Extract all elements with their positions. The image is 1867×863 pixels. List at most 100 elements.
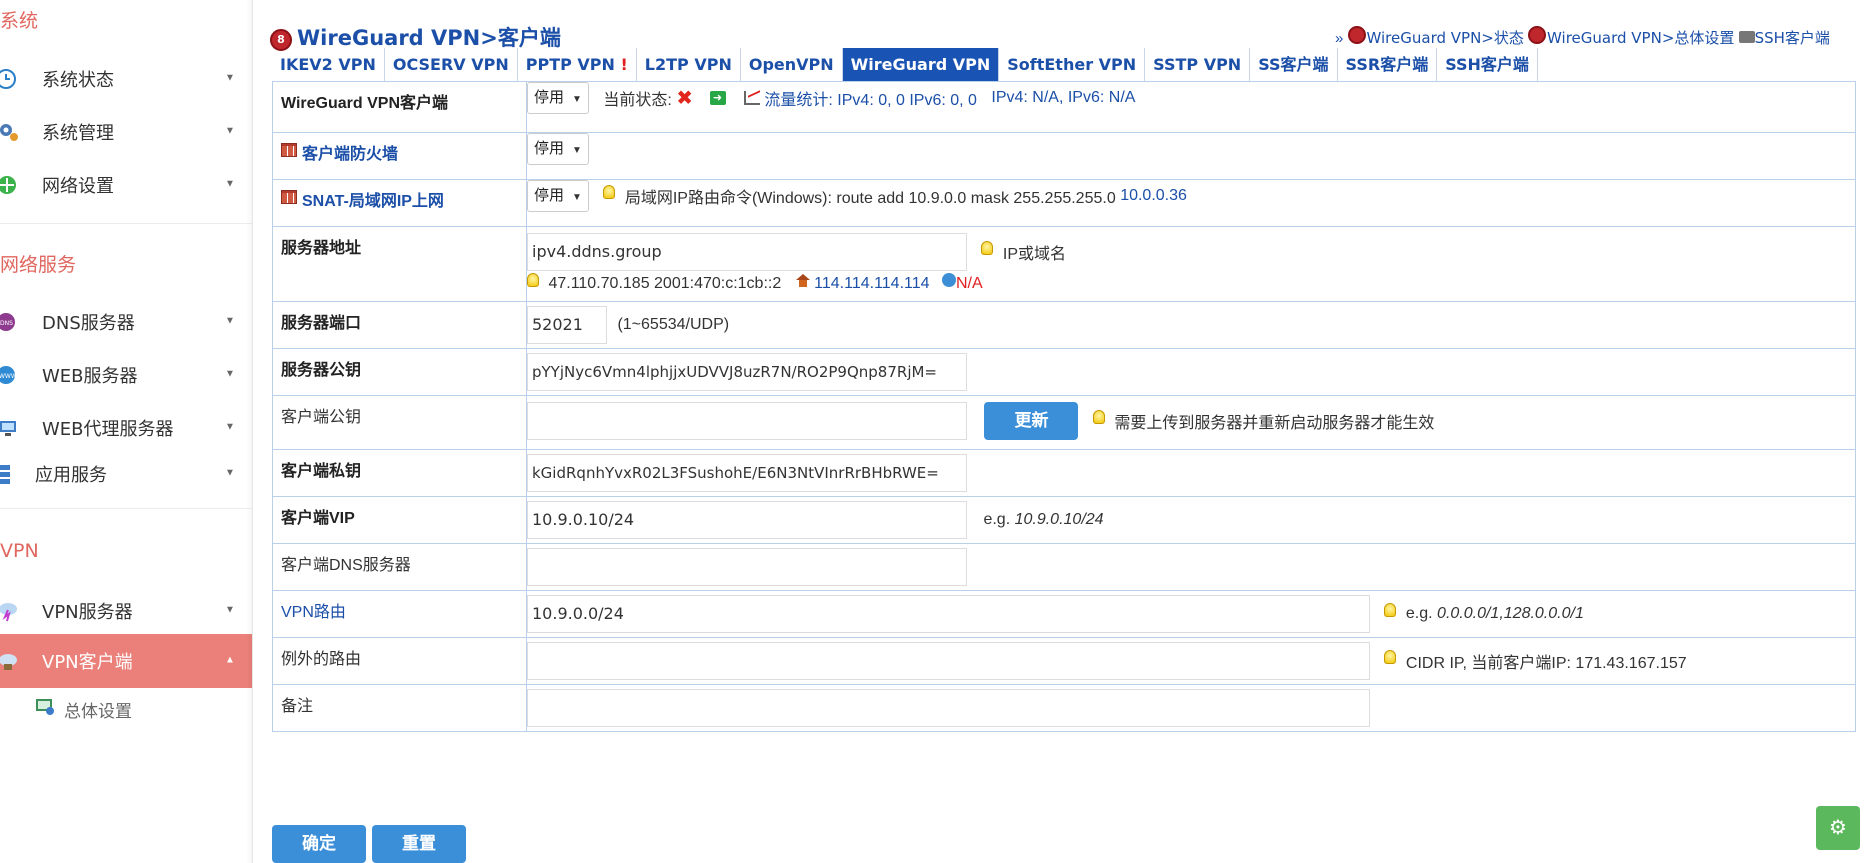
select-value: 停用 [534, 140, 565, 157]
tab-label: SSTP VPN [1153, 55, 1242, 74]
sidebar-item-network-settings[interactable]: 网络设置 ▼ [0, 161, 252, 209]
chevron-down-icon: ▼ [225, 178, 235, 190]
sidebar-item-label: 系统状态 [42, 70, 114, 91]
client-privkey-input[interactable] [527, 454, 967, 492]
link-ssh-client[interactable]: SSH客户端 [1755, 29, 1830, 47]
tab-label: SSH客户端 [1445, 55, 1529, 74]
tab-openvpn[interactable]: OpenVPN [741, 48, 843, 81]
table-row: 服务器地址 IP或域名 47.110.70.185 2001:470:c:1cb… [272, 226, 1856, 302]
client-enable-select[interactable]: 停用 ▼ [527, 82, 589, 114]
tab-softether-vpn[interactable]: SoftEther VPN [999, 48, 1146, 81]
ip-info-text: IPv4: N/A, IPv6: N/A [991, 89, 1136, 106]
client-pubkey-input[interactable] [527, 402, 967, 440]
firewall-icon [281, 143, 297, 157]
lightbulb-icon [603, 185, 616, 200]
sidebar-item-label: WEB服务器 [42, 366, 138, 387]
warning-mark: ! [620, 55, 628, 74]
confirm-button[interactable]: 确定 [272, 825, 366, 863]
reset-button[interactable]: 重置 [372, 825, 466, 863]
snat-gateway: 10.0.0.36 [1120, 187, 1187, 204]
label-text: 服务器地址 [281, 240, 362, 257]
server-address-input[interactable] [527, 233, 967, 271]
snat-link[interactable]: SNAT-局域网IP上网 [302, 193, 444, 210]
sidebar-item-web-server[interactable]: WWW WEB服务器 ▼ [0, 351, 252, 399]
note-input[interactable] [527, 689, 1370, 727]
gear-icon [0, 121, 18, 143]
resolved-ips: 47.110.70.185 2001:470:c:1cb::2 [548, 274, 782, 292]
settings-gear-button[interactable]: ⚙ [1816, 806, 1860, 850]
table-row: VPN路由 e.g. 0.0.0.0/1,128.0.0.0/1 [272, 590, 1856, 638]
row-label: 例外的路由 [272, 637, 527, 685]
client-firewall-link[interactable]: 客户端防火墙 [302, 146, 398, 163]
client-vip-input[interactable] [527, 501, 967, 539]
label-text: WireGuard VPN客户端 [281, 95, 448, 112]
exclude-route-input[interactable] [527, 642, 1370, 680]
update-key-button[interactable]: 更新 [984, 402, 1079, 440]
chevron-down-icon: ▼ [225, 125, 235, 137]
example-prefix: e.g. [1405, 605, 1433, 622]
vpn-route-example: 0.0.0.0/1,128.0.0.0/1 [1437, 605, 1584, 622]
example-prefix: e.g. [983, 511, 1011, 528]
sidebar-item-web-proxy[interactable]: WEB代理服务器 ▼ [0, 404, 252, 452]
row-field: IP或域名 47.110.70.185 2001:470:c:1cb::2 11… [526, 226, 1856, 302]
tab-label: SS客户端 [1258, 55, 1329, 74]
table-row: 客户端防火墙 停用 ▼ [272, 132, 1856, 180]
vpn-tabs: IKEV2 VPN OCSERV VPN PPTP VPN ! L2TP VPN Ope… [272, 48, 1538, 81]
label-text: 服务器公钥 [281, 362, 362, 379]
tab-label: IKEV2 VPN [280, 55, 376, 74]
divider [0, 508, 252, 509]
sidebar-item-vpn-server[interactable]: VPN服务器 ▼ [0, 587, 252, 635]
server-port-hint: (1~65534/UDP) [617, 316, 730, 333]
tab-pptp-vpn[interactable]: PPTP VPN ! [518, 48, 637, 81]
cloud-icon [0, 650, 18, 672]
link-wireguard-status[interactable]: WireGuard VPN>状态 [1367, 29, 1524, 47]
client-dns-input[interactable] [527, 548, 967, 586]
sidebar-item-app-services[interactable]: 应用服务 ▼ [0, 450, 252, 498]
table-row: 例外的路由 CIDR IP, 当前客户端IP: 171.43.167.157 [272, 637, 1856, 685]
firewall-enable-select[interactable]: 停用 ▼ [527, 133, 589, 165]
tab-l2tp-vpn[interactable]: L2TP VPN [637, 48, 741, 81]
tab-label: OCSERV VPN [392, 55, 509, 74]
client-settings-table: WireGuard VPN客户端 停用 ▼ 当前状态: ✖ ➜ 流量统计: IPv… [272, 81, 1856, 732]
tab-label: SoftEther VPN [1007, 55, 1137, 74]
sidebar-item-system-status[interactable]: 系统状态 ▼ [0, 55, 252, 103]
lightbulb-icon [981, 241, 994, 256]
server-port-input[interactable] [527, 306, 607, 344]
snat-enable-select[interactable]: 停用 ▼ [527, 180, 589, 212]
row-field: e.g. 10.9.0.10/24 [526, 496, 1856, 544]
logo-icon [1347, 26, 1366, 44]
tab-ss-client[interactable]: SS客户端 [1250, 48, 1338, 81]
firewall-icon [281, 190, 297, 204]
tab-label: WireGuard VPN [850, 55, 991, 74]
row-field [526, 684, 1856, 732]
table-row: 备注 [272, 684, 1856, 732]
select-value: 停用 [534, 89, 565, 106]
row-label: 备注 [272, 684, 527, 732]
cloud-bolt-icon [0, 600, 18, 622]
row-field [526, 348, 1856, 396]
chevron-down-icon: ▼ [225, 467, 235, 479]
server-address-hint: IP或域名 [1002, 246, 1067, 263]
sidebar-item-dns-server[interactable]: DNS DNS服务器 ▼ [0, 298, 252, 346]
tab-ocserv-vpn[interactable]: OCSERV VPN [385, 48, 518, 81]
vpn-route-link[interactable]: VPN路由 [281, 604, 346, 621]
tab-ssh-client[interactable]: SSH客户端 [1437, 48, 1538, 81]
sidebar-item-vpn-client[interactable]: VPN客户端 ▲ [0, 634, 252, 688]
tab-ssr-client[interactable]: SSR客户端 [1338, 48, 1438, 81]
row-field: 更新 需要上传到服务器并重新启动服务器才能生效 [526, 395, 1856, 450]
tab-wireguard-vpn[interactable]: WireGuard VPN [842, 48, 1000, 81]
traffic-stats-link[interactable]: 流量统计: IPv4: 0, 0 IPv6: 0, 0 [764, 92, 977, 109]
row-label: 服务器端口 [272, 301, 527, 349]
row-field: 停用 ▼ 当前状态: ✖ ➜ 流量统计: IPv4: 0, 0 IPv6: 0, … [526, 81, 1856, 133]
server-pubkey-input[interactable] [527, 353, 967, 391]
vpn-route-input[interactable] [527, 595, 1370, 633]
sidebar-item-system-admin[interactable]: 系统管理 ▼ [0, 108, 252, 156]
section-title-system: 系统 [0, 10, 39, 32]
tab-sstp-vpn[interactable]: SSTP VPN [1145, 48, 1251, 81]
row-field [526, 449, 1856, 497]
svg-text:WWW: WWW [0, 373, 17, 380]
start-arrow-icon[interactable]: ➜ [709, 91, 726, 105]
link-wireguard-general[interactable]: WireGuard VPN>总体设置 [1547, 29, 1734, 47]
tab-ikev2-vpn[interactable]: IKEV2 VPN [272, 48, 385, 81]
chevron-down-icon: ▼ [225, 368, 235, 380]
